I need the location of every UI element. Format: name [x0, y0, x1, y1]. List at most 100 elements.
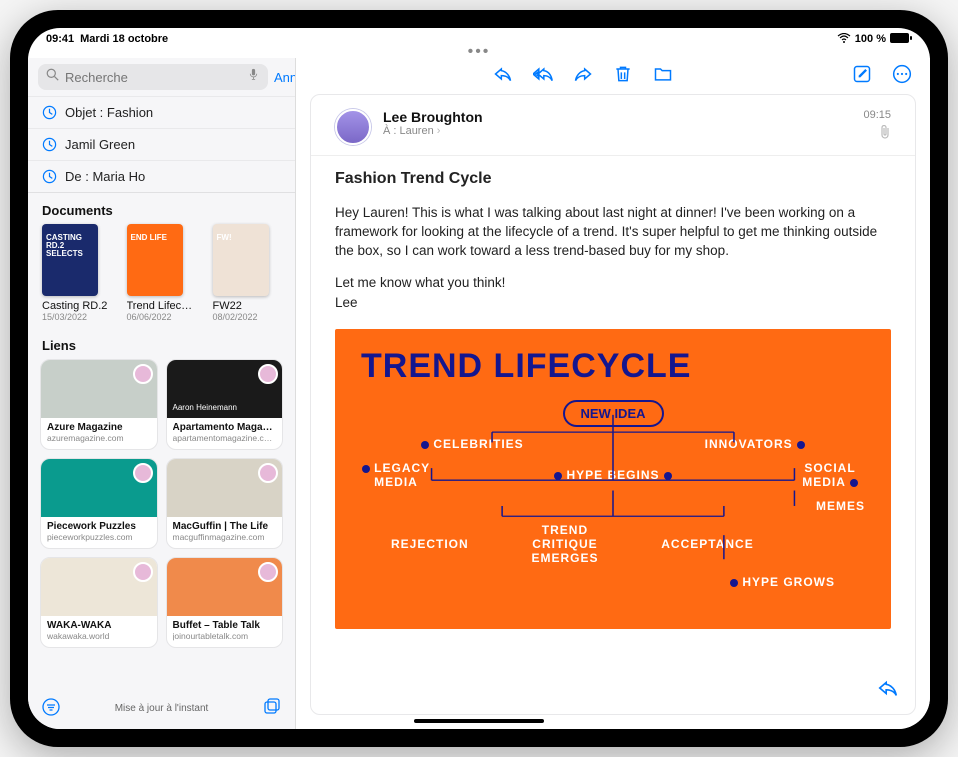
flow-node: HYPE GROWS	[730, 575, 835, 589]
link-thumb: Aaron Heinemann	[167, 360, 283, 418]
link-avatar-icon	[133, 463, 153, 483]
multitask-handle-icon[interactable]: •••	[28, 48, 930, 58]
attachment-image[interactable]: TREND LIFECYCLE NEW IDEA	[335, 329, 891, 629]
move-button[interactable]	[653, 64, 673, 89]
chevron-right-icon: ›	[437, 125, 441, 137]
home-indicator[interactable]	[414, 719, 544, 723]
reply-button[interactable]	[493, 64, 513, 89]
search-field[interactable]	[38, 64, 268, 90]
wifi-icon	[837, 33, 851, 46]
link-title: MacGuffin | The Life	[173, 521, 277, 532]
link-thumb	[41, 360, 157, 418]
flow-node: REJECTION	[391, 537, 469, 551]
sidebar: Annuler Objet : Fashion Jamil Green De :…	[28, 58, 296, 729]
search-icon	[46, 68, 59, 86]
document-item[interactable]: END LIFE Trend Lifecycle 06/06/2022	[127, 224, 197, 322]
link-card[interactable]: Aaron Heinemann Apartamento Maga… aparta…	[166, 359, 284, 450]
battery-icon	[890, 33, 912, 46]
link-url: joinourtabletalk.com	[173, 631, 277, 641]
update-status: Mise à jour à l'instant	[115, 703, 209, 714]
link-url: macguffinmagazine.com	[173, 532, 277, 542]
flow-node: TREND CRITIQUE EMERGES	[520, 523, 610, 565]
mail-body: Fashion Trend Cycle Hey Lauren! This is …	[311, 156, 915, 643]
link-url: pieceworkpuzzles.com	[47, 532, 151, 542]
cancel-button[interactable]: Annuler	[274, 70, 296, 85]
reply-all-button[interactable]	[533, 64, 553, 89]
screen: 09:41 Mardi 18 octobre 100 % •••	[28, 28, 930, 729]
battery-label: 100 %	[855, 33, 886, 45]
link-thumb	[167, 558, 283, 616]
doc-thumb: FW!	[213, 224, 269, 296]
doc-thumb: END LIFE	[127, 224, 183, 296]
forward-button[interactable]	[573, 64, 593, 89]
link-avatar-icon	[133, 562, 153, 582]
doc-thumb: CASTING RD.2 SELECTS	[42, 224, 98, 296]
documents-header: Documents	[28, 193, 295, 224]
dictate-icon[interactable]	[247, 68, 260, 86]
tablet-frame: 09:41 Mardi 18 octobre 100 % •••	[10, 10, 948, 747]
link-avatar-icon	[258, 463, 278, 483]
attachment-icon[interactable]	[863, 125, 891, 142]
link-avatar-icon	[133, 364, 153, 384]
flow-node: INNOVATORS	[705, 437, 805, 451]
sender-avatar[interactable]	[335, 109, 371, 145]
doc-date: 15/03/2022	[42, 312, 111, 322]
link-card[interactable]: Piecework Puzzles pieceworkpuzzles.com	[40, 458, 158, 549]
search-input[interactable]	[65, 70, 241, 85]
body-paragraph: Hey Lauren! This is what I was talking a…	[335, 204, 891, 261]
recent-item[interactable]: De : Maria Ho	[28, 160, 295, 192]
link-avatar-icon	[258, 364, 278, 384]
link-title: Apartamento Maga…	[173, 422, 277, 433]
recent-icon	[42, 169, 57, 184]
reply-corner-button[interactable]	[877, 677, 899, 704]
doc-name: Trend Lifecycle	[127, 300, 197, 312]
recent-item[interactable]: Objet : Fashion	[28, 96, 295, 128]
link-thumb	[41, 459, 157, 517]
link-url: wakawaka.world	[47, 631, 151, 641]
body-paragraph: Let me know what you think! Lee	[335, 273, 891, 314]
doc-name: FW22	[213, 300, 282, 312]
mail-subject: Fashion Trend Cycle	[335, 170, 891, 188]
flow-node: ACCEPTANCE	[661, 537, 753, 551]
recipients[interactable]: À : Lauren ›	[383, 125, 851, 137]
poster-title: TREND LIFECYCLE	[361, 347, 865, 386]
doc-name: Casting RD.2	[42, 300, 111, 312]
recent-item[interactable]: Jamil Green	[28, 128, 295, 160]
recent-label: Objet : Fashion	[65, 105, 153, 120]
document-item[interactable]: FW! FW22 08/02/2022	[213, 224, 282, 322]
link-thumb	[41, 558, 157, 616]
recent-icon	[42, 105, 57, 120]
doc-date: 08/02/2022	[213, 312, 282, 322]
document-item[interactable]: CASTING RD.2 SELECTS Casting RD.2 15/03/…	[42, 224, 111, 322]
links-header: Liens	[28, 328, 295, 359]
flow-node: HYPE BEGINS	[554, 468, 672, 482]
link-card[interactable]: WAKA-WAKA wakawaka.world	[40, 557, 158, 648]
link-url: azuremagazine.com	[47, 433, 151, 443]
link-title: Azure Magazine	[47, 422, 151, 433]
compose-button[interactable]	[852, 64, 872, 89]
link-card[interactable]: Buffet – Table Talk joinourtabletalk.com	[166, 557, 284, 648]
flow-node: CELEBRITIES	[421, 437, 524, 451]
to-name: Lauren	[399, 125, 433, 137]
more-button[interactable]	[892, 64, 912, 89]
flow-node: MEMES	[816, 499, 865, 513]
mail-message: Lee Broughton À : Lauren › 09:15	[310, 94, 916, 715]
recent-searches: Objet : Fashion Jamil Green De : Maria H…	[28, 96, 295, 193]
recent-label: Jamil Green	[65, 137, 135, 152]
link-title: Piecework Puzzles	[47, 521, 151, 532]
link-card[interactable]: MacGuffin | The Life macguffinmagazine.c…	[166, 458, 284, 549]
flow-node: SOCIAL MEDIA	[795, 461, 865, 489]
filter-icon[interactable]	[42, 698, 60, 719]
sender-name[interactable]: Lee Broughton	[383, 109, 851, 125]
sidebar-footer: Mise à jour à l'instant	[28, 688, 295, 729]
link-title: Buffet – Table Talk	[173, 620, 277, 631]
link-url: apartamentomagazine.c…	[173, 433, 277, 443]
link-title: WAKA-WAKA	[47, 620, 151, 631]
link-avatar-icon	[258, 562, 278, 582]
content-area: Lee Broughton À : Lauren › 09:15	[296, 58, 930, 729]
trash-button[interactable]	[613, 64, 633, 89]
to-label: À :	[383, 125, 396, 137]
mail-time: 09:15	[863, 109, 891, 121]
link-card[interactable]: Azure Magazine azuremagazine.com	[40, 359, 158, 450]
compose-window-icon[interactable]	[263, 698, 281, 719]
